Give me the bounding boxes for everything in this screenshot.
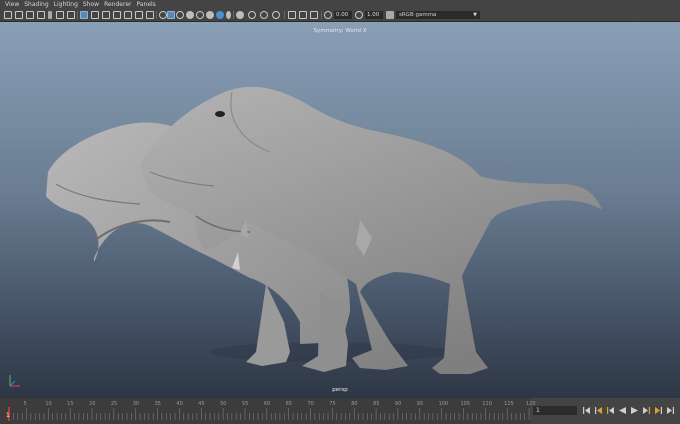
axis-gizmo-icon: [9, 375, 20, 387]
time-slider[interactable]: 5 10 15 20 25 30 35 40 45 50 55 60 65 70 75 80 85 90 95 100…: [0, 398, 680, 424]
step-forward-key-icon[interactable]: [654, 406, 663, 415]
ruler-tick-label: 25: [110, 401, 118, 407]
film-gate-icon[interactable]: [91, 11, 99, 19]
maya-viewport-panel: View Shading Lighting Show Renderer Pane…: [0, 0, 680, 424]
camera-attributes-icon[interactable]: [15, 11, 23, 19]
ruler-tick-label: 70: [307, 401, 314, 407]
xray-active-components-icon[interactable]: [260, 11, 268, 19]
ruler-tick-label: 110: [482, 401, 492, 407]
wireframe-on-shaded-icon[interactable]: [176, 11, 184, 19]
lock-camera-icon[interactable]: [48, 11, 52, 19]
ruler-tick-label: 60: [263, 401, 271, 407]
exposure-icon[interactable]: [324, 11, 332, 19]
grease-pencil-icon[interactable]: [67, 11, 75, 19]
menu-shading[interactable]: Shading: [24, 0, 48, 9]
go-to-start-icon[interactable]: [582, 406, 591, 415]
chevron-down-icon: ▼: [473, 12, 477, 18]
symmetry-label: Symmetry: World X: [313, 28, 367, 34]
resolution-gate-icon[interactable]: [102, 11, 110, 19]
field-chart-icon[interactable]: [124, 11, 132, 19]
ruler-tick-label: 35: [154, 401, 161, 407]
ruler-tick-label: 40: [176, 401, 183, 407]
xray-joints-icon[interactable]: [272, 11, 280, 19]
ruler-tick-label: 30: [132, 401, 140, 407]
ruler-tick-label: 20: [89, 401, 96, 407]
toolbar-divider: [77, 11, 78, 19]
textured-icon[interactable]: [186, 11, 194, 19]
ruler-tick-label: 15: [67, 401, 74, 407]
3d-viewport[interactable]: Symmetry: World X persp: [0, 22, 680, 398]
screen-space-ambient-occlusion-icon[interactable]: [216, 11, 224, 19]
isolate-select-icon[interactable]: [236, 11, 244, 19]
step-forward-frame-icon[interactable]: [642, 406, 651, 415]
ruler-tick-label: 95: [416, 401, 424, 407]
view-transform-value: sRGB gamma: [399, 12, 437, 18]
ruler-tick-label: 85: [373, 401, 380, 407]
toolbar-divider: [233, 11, 234, 19]
toolbar-divider: [156, 11, 157, 19]
gamma-field[interactable]: 1.00: [365, 11, 383, 19]
safe-title-icon[interactable]: [146, 11, 154, 19]
use-all-lights-icon[interactable]: [196, 11, 204, 19]
display-options-icon[interactable]: [310, 11, 318, 19]
exposure-field[interactable]: 0.00: [334, 11, 352, 19]
grid-icon[interactable]: [80, 11, 88, 19]
render-view-icon[interactable]: [299, 11, 307, 19]
shadows-icon[interactable]: [206, 11, 214, 19]
step-back-key-icon[interactable]: [594, 406, 603, 415]
play-forward-icon[interactable]: [630, 406, 639, 415]
t-rex-model-front: [140, 86, 602, 374]
image-plane-icon[interactable]: [37, 11, 45, 19]
ruler-tick-label: 115: [504, 401, 514, 407]
current-frame-field[interactable]: 1: [533, 406, 577, 415]
ruler-tick-label: 90: [394, 401, 402, 407]
xray-icon[interactable]: [248, 11, 256, 19]
menu-show[interactable]: Show: [83, 0, 99, 9]
panel-toolbar: 0.00 1.00 sRGB gamma ▼: [0, 9, 680, 22]
ruler-tick-label: 75: [329, 401, 336, 407]
menu-panels[interactable]: Panels: [136, 0, 155, 9]
gate-mask-icon[interactable]: [113, 11, 121, 19]
scene-render: [46, 86, 602, 374]
two-d-pan-zoom-icon[interactable]: [56, 11, 64, 19]
play-backward-icon[interactable]: [618, 406, 627, 415]
camera-name-label: persp: [332, 387, 348, 393]
view-transform-dropdown[interactable]: sRGB gamma ▼: [396, 11, 480, 19]
go-to-end-icon[interactable]: [666, 406, 675, 415]
ruler-tick-label: 80: [351, 401, 358, 407]
ruler-tick-label: 45: [198, 401, 205, 407]
eye: [215, 111, 225, 117]
panel-menu-bar: View Shading Lighting Show Renderer Pane…: [0, 0, 680, 9]
step-back-frame-icon[interactable]: [606, 406, 615, 415]
bookmarks-icon[interactable]: [26, 11, 34, 19]
wireframe-icon[interactable]: [159, 11, 167, 19]
gamma-icon[interactable]: [355, 11, 363, 19]
smooth-shade-icon[interactable]: [167, 11, 175, 19]
ruler-tick-label: 100: [438, 401, 449, 407]
color-management-icon[interactable]: [386, 11, 394, 19]
ruler-tick-label: 55: [241, 401, 249, 407]
safe-action-icon[interactable]: [135, 11, 143, 19]
select-camera-icon[interactable]: [4, 11, 12, 19]
ruler-tick-label: 105: [460, 401, 471, 407]
current-frame-label: 1: [6, 412, 10, 419]
menu-renderer[interactable]: Renderer: [104, 0, 131, 9]
camera-icon[interactable]: [288, 11, 296, 19]
motion-blur-icon[interactable]: [226, 11, 231, 19]
menu-lighting[interactable]: Lighting: [54, 0, 78, 9]
ruler-tick-label: 10: [45, 401, 52, 407]
ruler-tick-label: 50: [220, 401, 227, 407]
ruler-tick-label: 65: [285, 401, 293, 407]
menu-view[interactable]: View: [5, 0, 19, 9]
time-ruler[interactable]: 5 10 15 20 25 30 35 40 45 50 55 60 65 70 75 80 85 90 95 100…: [0, 398, 536, 424]
ruler-tick-label: 5: [23, 401, 27, 407]
toolbar-divider: [284, 11, 285, 19]
toolbar-divider: [321, 11, 322, 19]
